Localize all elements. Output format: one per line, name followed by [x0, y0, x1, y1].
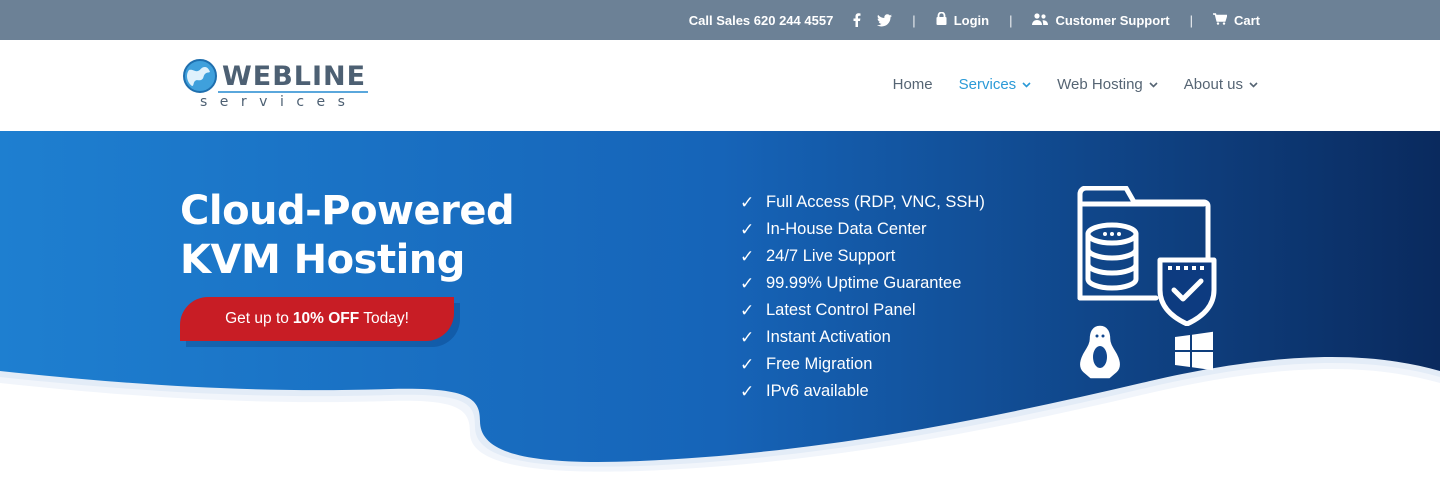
feature-text: Instant Activation: [766, 328, 891, 346]
promo-button[interactable]: Get up to 10% OFF Today!: [180, 297, 454, 341]
feature-item: ✓ Full Access (RDP, VNC, SSH): [740, 189, 985, 216]
call-sales-text[interactable]: Call Sales 620 244 4557: [689, 13, 834, 28]
support-label: Customer Support: [1055, 12, 1170, 28]
check-icon: ✓: [740, 219, 755, 239]
globe-icon: [183, 59, 217, 93]
top-bar: Call Sales 620 244 4557 | Login | Custom…: [0, 0, 1440, 40]
nav-about-us[interactable]: About us: [1184, 76, 1258, 93]
main-header: WEBLINE services Home Services Web Hosti…: [0, 40, 1440, 131]
lock-icon: [936, 11, 947, 28]
separator: |: [1009, 12, 1013, 28]
promo-discount: 10% OFF: [292, 310, 360, 327]
feature-text: 24/7 Live Support: [766, 247, 896, 265]
hero-title-line-1: Cloud-Powered: [180, 188, 515, 234]
promo-suffix: Today!: [363, 310, 409, 327]
hero-title-line-2: KVM Hosting: [180, 237, 465, 283]
check-icon: ✓: [740, 381, 755, 401]
feature-item: ✓ 99.99% Uptime Guarantee: [740, 270, 985, 297]
feature-text: In-House Data Center: [766, 220, 927, 238]
linux-icon: [1080, 325, 1120, 379]
feature-text: Latest Control Panel: [766, 301, 916, 319]
twitter-icon[interactable]: [877, 13, 893, 27]
feature-item: ✓ IPv6 available: [740, 378, 985, 405]
check-icon: ✓: [740, 273, 755, 293]
logo[interactable]: WEBLINE services: [182, 58, 372, 116]
hero-banner: Cloud-Powered KVM Hosting Get up to 10% …: [0, 131, 1440, 490]
feature-text: 99.99% Uptime Guarantee: [766, 274, 962, 292]
users-icon: [1032, 12, 1049, 28]
logo-underline: [218, 91, 368, 93]
windows-icon: [1175, 331, 1213, 371]
main-nav: Home Services Web Hosting About us: [893, 76, 1258, 93]
feature-item: ✓ Instant Activation: [740, 324, 985, 351]
nav-label: Web Hosting: [1057, 76, 1143, 93]
nav-label: Home: [892, 76, 933, 93]
feature-item: ✓ Free Migration: [740, 351, 985, 378]
feature-item: ✓ 24/7 Live Support: [740, 243, 985, 270]
cart-label: Cart: [1233, 12, 1260, 28]
check-icon: ✓: [740, 354, 755, 374]
separator: |: [1189, 12, 1193, 28]
cart-link[interactable]: Cart: [1212, 12, 1260, 28]
feature-item: ✓ Latest Control Panel: [740, 297, 985, 324]
check-icon: ✓: [740, 327, 755, 347]
server-shield-icon: [1077, 186, 1217, 326]
os-icons: [1080, 325, 1213, 379]
check-icon: ✓: [740, 192, 755, 212]
separator: |: [912, 12, 916, 28]
social-links: [853, 13, 893, 27]
customer-support-link[interactable]: Customer Support: [1032, 12, 1170, 28]
login-label: Login: [953, 12, 990, 28]
check-icon: ✓: [740, 246, 755, 266]
logo-subtext: services: [200, 94, 358, 110]
nav-label: Services: [958, 76, 1017, 93]
nav-services[interactable]: Services: [959, 76, 1032, 93]
chevron-down-icon: [1022, 80, 1031, 91]
feature-item: ✓ In-House Data Center: [740, 216, 985, 243]
cart-icon: [1212, 12, 1228, 28]
nav-home[interactable]: Home: [893, 76, 933, 93]
nav-label: About us: [1183, 76, 1243, 93]
feature-text: IPv6 available: [766, 382, 869, 400]
logo-text: WEBLINE: [222, 61, 367, 92]
top-bar-links: Call Sales 620 244 4557 | Login | Custom…: [689, 0, 1260, 40]
feature-text: Full Access (RDP, VNC, SSH): [766, 193, 985, 211]
hero-title: Cloud-Powered KVM Hosting: [180, 187, 515, 285]
chevron-down-icon: [1149, 80, 1158, 91]
chevron-down-icon: [1249, 80, 1258, 91]
promo-prefix: Get up to: [225, 310, 289, 327]
nav-web-hosting[interactable]: Web Hosting: [1057, 76, 1158, 93]
facebook-icon[interactable]: [853, 13, 861, 27]
login-link[interactable]: Login: [936, 11, 990, 28]
feature-list: ✓ Full Access (RDP, VNC, SSH) ✓ In-House D…: [740, 189, 985, 405]
check-icon: ✓: [740, 300, 755, 320]
feature-text: Free Migration: [766, 355, 873, 373]
